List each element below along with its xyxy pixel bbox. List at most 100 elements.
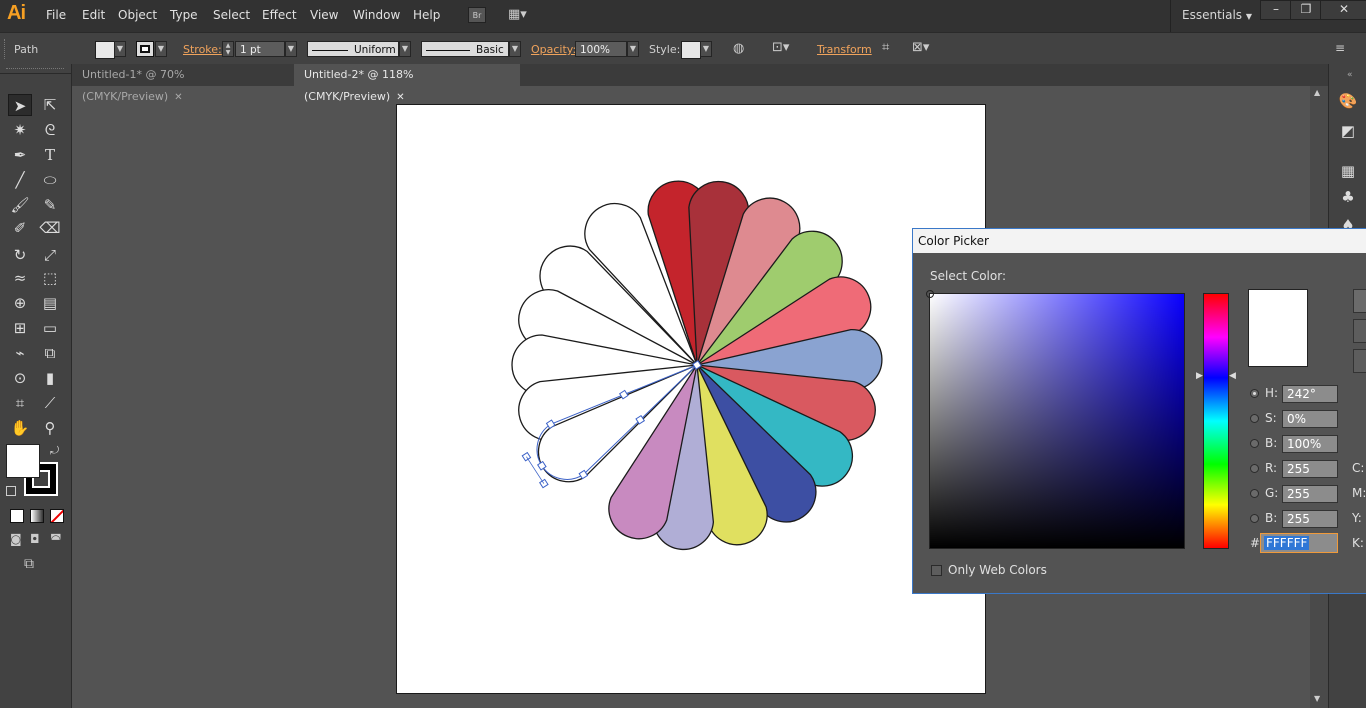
opacity-label[interactable]: Opacity: [531,43,576,56]
style-swatch[interactable] [681,41,701,59]
flower-artwork[interactable] [397,105,985,693]
fill-color-swatch[interactable] [6,444,40,478]
brush-definition[interactable]: Basic [421,41,509,57]
cancel-button[interactable] [1353,319,1366,343]
pencil-tool-icon[interactable]: ✎ [38,194,62,216]
line-tool-icon[interactable]: ╱ [8,169,32,191]
tab-untitled-1[interactable]: Untitled-1* @ 70% (CMYK/Preview) ✕ [72,64,294,103]
mesh-tool-icon[interactable]: ⊞ [8,317,32,339]
gradient-mode-icon[interactable] [30,509,44,523]
scale-tool-icon[interactable]: ⤢ [38,244,62,266]
lasso-tool-icon[interactable]: ᘓ [38,119,62,141]
width-tool-icon[interactable]: ≈ [8,267,32,289]
anchor-point[interactable] [521,451,532,462]
field-input[interactable]: 255 [1282,485,1338,503]
workspace-switcher[interactable]: Essentials ▼ [1182,8,1252,22]
menu-help[interactable]: Help [413,8,440,22]
hex-input[interactable]: FFFFFF [1260,533,1338,553]
draw-inside-icon[interactable]: ◚ [50,532,62,546]
paintbrush-tool-icon[interactable]: 🖌 [8,194,32,216]
field-input[interactable]: 0% [1282,410,1338,428]
field-input[interactable]: 255 [1282,460,1338,478]
field-radio[interactable] [1250,514,1259,523]
field-input[interactable]: 242° [1282,385,1338,403]
scroll-down-icon[interactable]: ▼ [1314,694,1320,703]
magic-wand-tool-icon[interactable]: ✷ [8,119,32,141]
transform-link[interactable]: Transform [817,43,872,56]
ok-button[interactable] [1353,289,1366,313]
blend-tool-icon[interactable]: ⧉ [38,342,62,364]
brushes-icon[interactable]: ♣ [1337,186,1359,208]
menu-file[interactable]: File [46,8,66,22]
stroke-weight-dropdown-icon[interactable]: ▼ [285,41,297,57]
only-web-colors-checkbox[interactable] [931,565,942,576]
direct-selection-tool-icon[interactable]: ⇱ [38,94,62,116]
free-transform-tool-icon[interactable]: ⬚ [38,267,62,289]
blob-brush-tool-icon[interactable]: ✐ [8,217,32,239]
hue-slider[interactable] [1203,293,1229,549]
swap-fill-stroke-icon[interactable]: ⤾ [50,444,59,458]
fill-swatch[interactable] [95,41,115,59]
arrange-icon[interactable]: ⊠▾ [912,40,929,55]
ellipse-tool-icon[interactable]: ⬭ [38,169,62,191]
variable-width-profile[interactable]: Uniform [307,41,399,57]
menu-view[interactable]: View [310,8,338,22]
artboard[interactable] [396,104,986,694]
color-swatches-button[interactable] [1353,349,1366,373]
screen-mode-icon[interactable]: ⧉ [24,556,34,572]
fill-dropdown-icon[interactable]: ▼ [114,41,126,57]
stroke-label[interactable]: Stroke: [183,43,222,56]
default-fill-stroke-icon[interactable] [6,486,16,496]
field-input[interactable]: 255 [1282,510,1338,528]
menu-effect[interactable]: Effect [262,8,297,22]
stroke-dropdown-icon[interactable]: ▼ [155,41,167,57]
recolor-artwork-icon[interactable]: ◍ [733,41,744,56]
hue-slider-left-handle[interactable]: ▶ [1196,371,1203,381]
stroke-swatch[interactable] [136,41,154,57]
swatches-icon[interactable]: ▦ [1337,160,1359,182]
saturation-brightness-field[interactable] [926,290,1185,549]
scroll-up-icon[interactable]: ▲ [1314,88,1320,97]
field-radio[interactable] [1250,414,1259,423]
bridge-button[interactable]: Br [468,7,486,23]
hue-slider-right-handle[interactable]: ◀ [1229,371,1236,381]
menu-select[interactable]: Select [213,8,250,22]
hand-tool-icon[interactable]: ✋ [8,417,32,439]
none-mode-icon[interactable] [50,509,64,523]
symbol-sprayer-tool-icon[interactable]: ⊙ [8,367,32,389]
eraser-tool-icon[interactable]: ⌫ [38,217,62,239]
anchor-point[interactable] [539,478,549,489]
menu-object[interactable]: Object [118,8,157,22]
close-icon[interactable]: ✕ [396,92,404,103]
type-tool-icon[interactable]: T [38,144,62,166]
pen-tool-icon[interactable]: ✒ [8,144,32,166]
slice-tool-icon[interactable]: ⟋ [38,392,62,414]
tab-untitled-2[interactable]: Untitled-2* @ 118% (CMYK/Preview) ✕ [294,64,520,103]
profile-dropdown-icon[interactable]: ▼ [399,41,411,57]
opacity-field[interactable]: 100% [575,41,627,57]
color-panel-icon[interactable]: 🎨 [1337,90,1359,112]
field-input[interactable]: 100% [1282,435,1338,453]
minimize-button[interactable]: – [1260,0,1292,20]
isolate-icon[interactable]: ⌗ [882,40,889,55]
zoom-tool-icon[interactable]: ⚲ [38,417,62,439]
gradient-tool-icon[interactable]: ▭ [38,317,62,339]
maximize-button[interactable]: ❐ [1290,0,1322,20]
stroke-weight-field[interactable]: 1 pt [235,41,285,57]
rotate-tool-icon[interactable]: ↻ [8,244,32,266]
draw-behind-icon[interactable]: ◘ [30,532,40,546]
style-dropdown-icon[interactable]: ▼ [700,41,712,57]
align-icon[interactable]: ⊡▾ [772,40,789,55]
perspective-grid-tool-icon[interactable]: ▤ [38,292,62,314]
close-icon[interactable]: ✕ [174,92,182,103]
shape-builder-tool-icon[interactable]: ⊕ [8,292,32,314]
color-guide-icon[interactable]: ◩ [1337,120,1359,142]
field-radio[interactable] [1250,439,1259,448]
stroke-stepper[interactable]: ▲ ▼ [222,41,234,57]
collapse-panels-icon[interactable]: « [1347,70,1353,80]
eyedropper-tool-icon[interactable]: ⌁ [8,342,32,364]
column-graph-tool-icon[interactable]: ▮ [38,367,62,389]
artboard-tool-icon[interactable]: ⌗ [8,392,32,414]
field-radio[interactable] [1250,389,1259,398]
menu-edit[interactable]: Edit [82,8,105,22]
